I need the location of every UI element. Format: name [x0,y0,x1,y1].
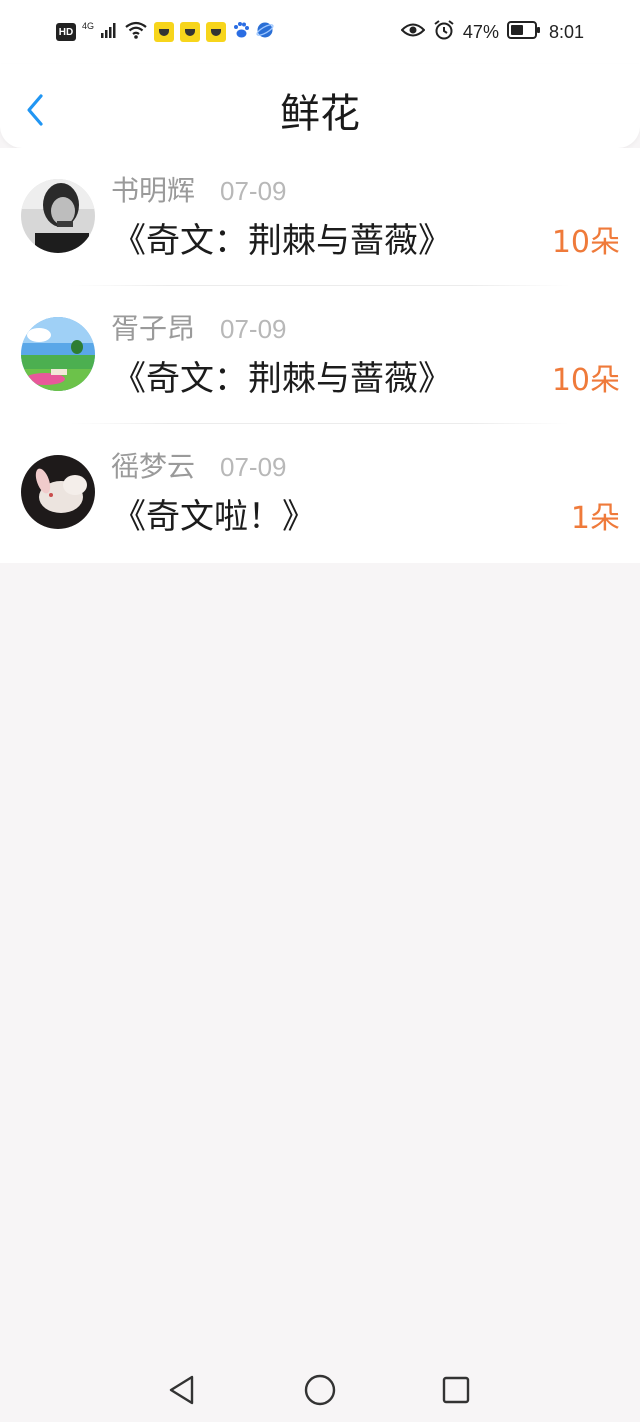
back-triangle-icon [169,1375,194,1405]
signal-icon [100,21,118,43]
avatar[interactable] [21,455,95,529]
flower-count: 10朵 [551,225,620,260]
page-title: 鲜花 [280,91,360,137]
list-item[interactable]: 徭梦云 07-09 《奇文啦！》 1朵 [0,424,640,562]
status-bar: HD 4G 47% 8:01 [0,0,640,64]
avatar[interactable] [21,179,95,253]
recents-square-icon [442,1376,470,1404]
status-right: 47% 8:01 [400,19,584,45]
flower-count: 10朵 [551,363,620,398]
list-item[interactable]: 胥子昂 07-09 《奇文：荆棘与蔷薇》 10朵 [0,286,640,424]
flower-count: 1朵 [570,501,620,536]
post-date: 07-09 [220,314,287,344]
post-title[interactable]: 《奇文：荆棘与蔷薇》 [112,220,452,262]
nav-back-button[interactable] [164,1372,200,1408]
network-type-label: 4G [82,21,95,31]
header: 鲜花 [0,64,640,148]
wifi-icon [124,20,148,44]
user-name: 书明辉 [111,174,196,207]
alarm-icon [433,19,455,45]
app-notification-icon [206,22,227,42]
flower-list: 书明辉 07-09 《奇文：荆棘与蔷薇》 10朵 胥子昂 07-09 《奇文：荆… [0,148,640,563]
browser-icon [256,21,274,43]
list-item[interactable]: 书明辉 07-09 《奇文：荆棘与蔷薇》 10朵 [0,148,640,286]
post-date: 07-09 [220,176,287,206]
nav-home-button[interactable] [302,1372,338,1408]
app-notification-icon [154,22,175,42]
post-date: 07-09 [220,452,287,482]
post-title[interactable]: 《奇文啦！》 [112,496,316,538]
post-title[interactable]: 《奇文：荆棘与蔷薇》 [112,358,452,400]
eye-icon [400,21,426,43]
hd-icon: HD [56,23,76,41]
clock: 8:01 [548,21,584,42]
baidu-icon [232,21,250,43]
system-nav-bar [0,1358,640,1422]
battery-icon [506,21,541,43]
user-name: 徭梦云 [111,450,196,483]
screen: HD 4G 47% 8:01 鲜花 书明辉 07-09 《奇文：荆棘与蔷薇》 1… [0,0,640,1422]
app-notification-icon [180,22,201,42]
nav-recents-button[interactable] [438,1372,474,1408]
battery-percent: 47% [462,21,499,42]
status-left: HD 4G [56,20,274,44]
user-name: 胥子昂 [111,312,196,345]
home-circle-icon [304,1374,336,1406]
avatar[interactable] [21,317,95,391]
